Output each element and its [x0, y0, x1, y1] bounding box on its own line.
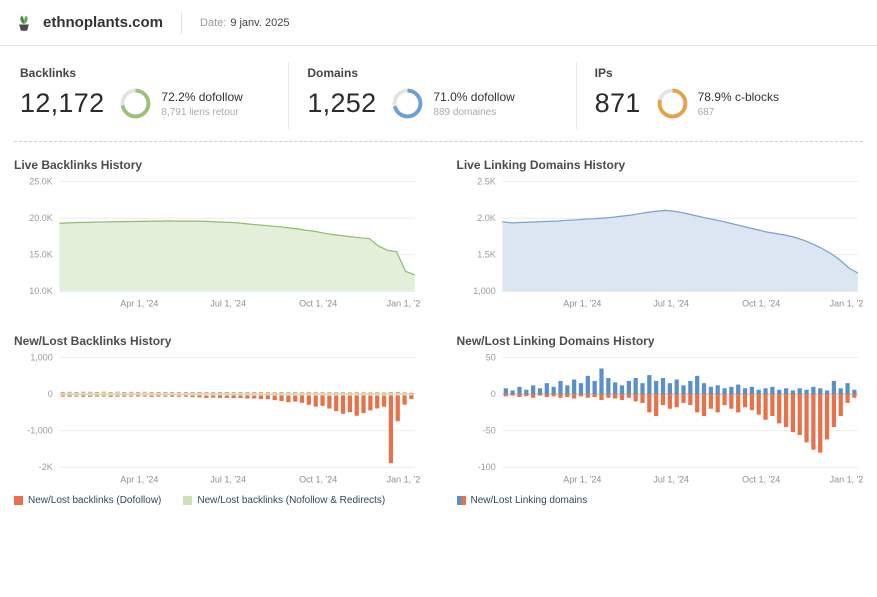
newlost-backlinks-bar-chart: 1,000 0 -1,000 -2K Apr 1, '24 Jul 1, '24 Oct 1…: [27, 352, 421, 484]
svg-text:Jan 1, '25: Jan 1, '25: [387, 474, 421, 484]
svg-text:Apr 1, '24: Apr 1, '24: [120, 298, 158, 308]
live-linking-domains-history-chart: Live Linking Domains History 2.5K 2.0K 1.5…: [457, 142, 864, 318]
dofollow-donut-icon: [120, 88, 151, 119]
legend-item-nofollow: New/Lost backlinks (Nofollow & Redirects…: [183, 495, 385, 506]
svg-text:15.0K: 15.0K: [29, 250, 52, 260]
svg-text:1.5K: 1.5K: [477, 250, 495, 260]
backlinks-area-chart: 25.0K 20.0K 15.0K 10.0K Apr 1, '24 Jul 1, '24…: [29, 176, 421, 308]
svg-text:Oct 1, '24: Oct 1, '24: [742, 474, 780, 484]
newlost-linking-domains-history-chart: New/Lost Linking Domains History 50 0 -50 -…: [456, 318, 864, 507]
cblocks-donut-icon: [657, 88, 688, 119]
legend-label: New/Lost backlinks (Nofollow & Redirects…: [197, 495, 386, 507]
svg-text:Jul 1, '24: Jul 1, '24: [653, 474, 689, 484]
svg-text:-1,000: -1,000: [27, 425, 52, 435]
ips-count: 871: [594, 88, 641, 118]
report-header: ethnoplants.com Date: 9 janv. 2025: [0, 0, 877, 46]
domains-area-chart: 2.5K 2.0K 1.5K 1,000 Apr 1, '24 Jul 1, '24 Oct…: [473, 176, 863, 308]
svg-text:20.0K: 20.0K: [29, 213, 52, 223]
domains-dofollow-pct: 71.0% dofollow: [433, 89, 515, 104]
svg-text:1,000: 1,000: [30, 352, 52, 362]
legend-item-dofollow: New/Lost backlinks (Dofollow): [14, 495, 161, 506]
legend-item-linking-domains: New/Lost Linking domains: [456, 495, 588, 507]
svg-text:Apr 1, '24: Apr 1, '24: [120, 474, 158, 484]
legend-label: New/Lost backlinks (Dofollow): [28, 495, 162, 507]
svg-text:Jul 1, '24: Jul 1, '24: [653, 298, 689, 308]
svg-text:0: 0: [48, 389, 53, 399]
svg-text:Apr 1, '24: Apr 1, '24: [563, 298, 601, 308]
svg-text:-100: -100: [477, 462, 495, 472]
svg-text:2.5K: 2.5K: [477, 176, 495, 186]
svg-text:2.0K: 2.0K: [477, 213, 495, 223]
live-backlinks-history-chart: Live Backlinks History 25.0K 20.0K 15.0K 10…: [14, 142, 421, 318]
dofollow-swatch-icon: [14, 496, 23, 506]
header-divider: [181, 11, 183, 34]
svg-text:10.0K: 10.0K: [29, 286, 52, 296]
domains-dofollow-donut-icon: [392, 88, 423, 119]
svg-text:Oct 1, '24: Oct 1, '24: [742, 298, 780, 308]
domains-stat-label: Domains: [307, 66, 359, 80]
charts-grid: Live Backlinks History 25.0K 20.0K 15.0K 10…: [0, 142, 877, 506]
backlinks-dofollow-count: 8,791 liens retour: [161, 106, 239, 118]
chart-title: New/Lost Backlinks History: [14, 333, 172, 348]
ips-cblocks-count: 687: [697, 106, 715, 118]
summary-stats: Backlinks 12,172 72.2% dofollow 8,791 li…: [14, 62, 863, 129]
site-domain-link[interactable]: ethnoplants.com: [43, 14, 163, 31]
date-value: 9 janv. 2025: [230, 16, 290, 29]
chart-title: Live Backlinks History: [14, 158, 143, 172]
domains-stat: Domains 1,252 71.0% dofollow 889 domaine…: [289, 62, 577, 129]
backlinks-count: 12,172: [20, 88, 105, 118]
plant-logo-icon: [14, 13, 34, 33]
svg-text:0: 0: [490, 389, 495, 399]
legend-label: New/Lost Linking domains: [470, 495, 588, 507]
nofollow-swatch-icon: [183, 496, 193, 506]
svg-text:Oct 1, '24: Oct 1, '24: [299, 298, 337, 308]
svg-text:Jan 1, '25: Jan 1, '25: [829, 298, 863, 308]
svg-text:-2K: -2K: [39, 462, 53, 472]
svg-text:-50: -50: [482, 425, 495, 435]
chart-title: Live Linking Domains History: [456, 158, 626, 172]
linking-domains-legend: New/Lost Linking domains: [456, 495, 864, 507]
newlost-domains-bar-chart: 50 0 -50 -100 Apr 1, '24 Jul 1, '24 Oct 1, '24…: [477, 352, 863, 484]
ips-stat: IPs 871 78.9% c-blocks 687: [577, 62, 863, 129]
newlost-domains-swatch-icon: [456, 496, 466, 506]
backlinks-legend: New/Lost backlinks (Dofollow) New/Lost b…: [14, 495, 421, 506]
svg-text:1,000: 1,000: [473, 286, 495, 296]
newlost-backlinks-history-chart: New/Lost Backlinks History 1,000 0 -1,000 -…: [14, 318, 421, 506]
backlinks-dofollow-pct: 72.2% dofollow: [161, 89, 243, 104]
svg-text:Jul 1, '24: Jul 1, '24: [210, 474, 246, 484]
svg-text:Jan 1, '25: Jan 1, '25: [829, 474, 863, 484]
date-label: Date:: [200, 16, 227, 29]
backlinks-stat: Backlinks 12,172 72.2% dofollow 8,791 li…: [14, 62, 290, 129]
svg-text:50: 50: [485, 352, 495, 362]
chart-title: New/Lost Linking Domains History: [456, 333, 655, 348]
domains-count: 1,252: [307, 88, 377, 118]
ips-cblocks-pct: 78.9% c-blocks: [697, 89, 779, 104]
backlinks-stat-label: Backlinks: [20, 66, 77, 80]
svg-text:Apr 1, '24: Apr 1, '24: [563, 474, 601, 484]
svg-text:Jan 1, '25: Jan 1, '25: [387, 298, 421, 308]
domains-dofollow-count: 889 domaines: [433, 106, 497, 118]
svg-text:Jul 1, '24: Jul 1, '24: [210, 298, 246, 308]
svg-text:Oct 1, '24: Oct 1, '24: [299, 474, 337, 484]
svg-text:25.0K: 25.0K: [29, 176, 52, 186]
ips-stat-label: IPs: [594, 66, 613, 80]
